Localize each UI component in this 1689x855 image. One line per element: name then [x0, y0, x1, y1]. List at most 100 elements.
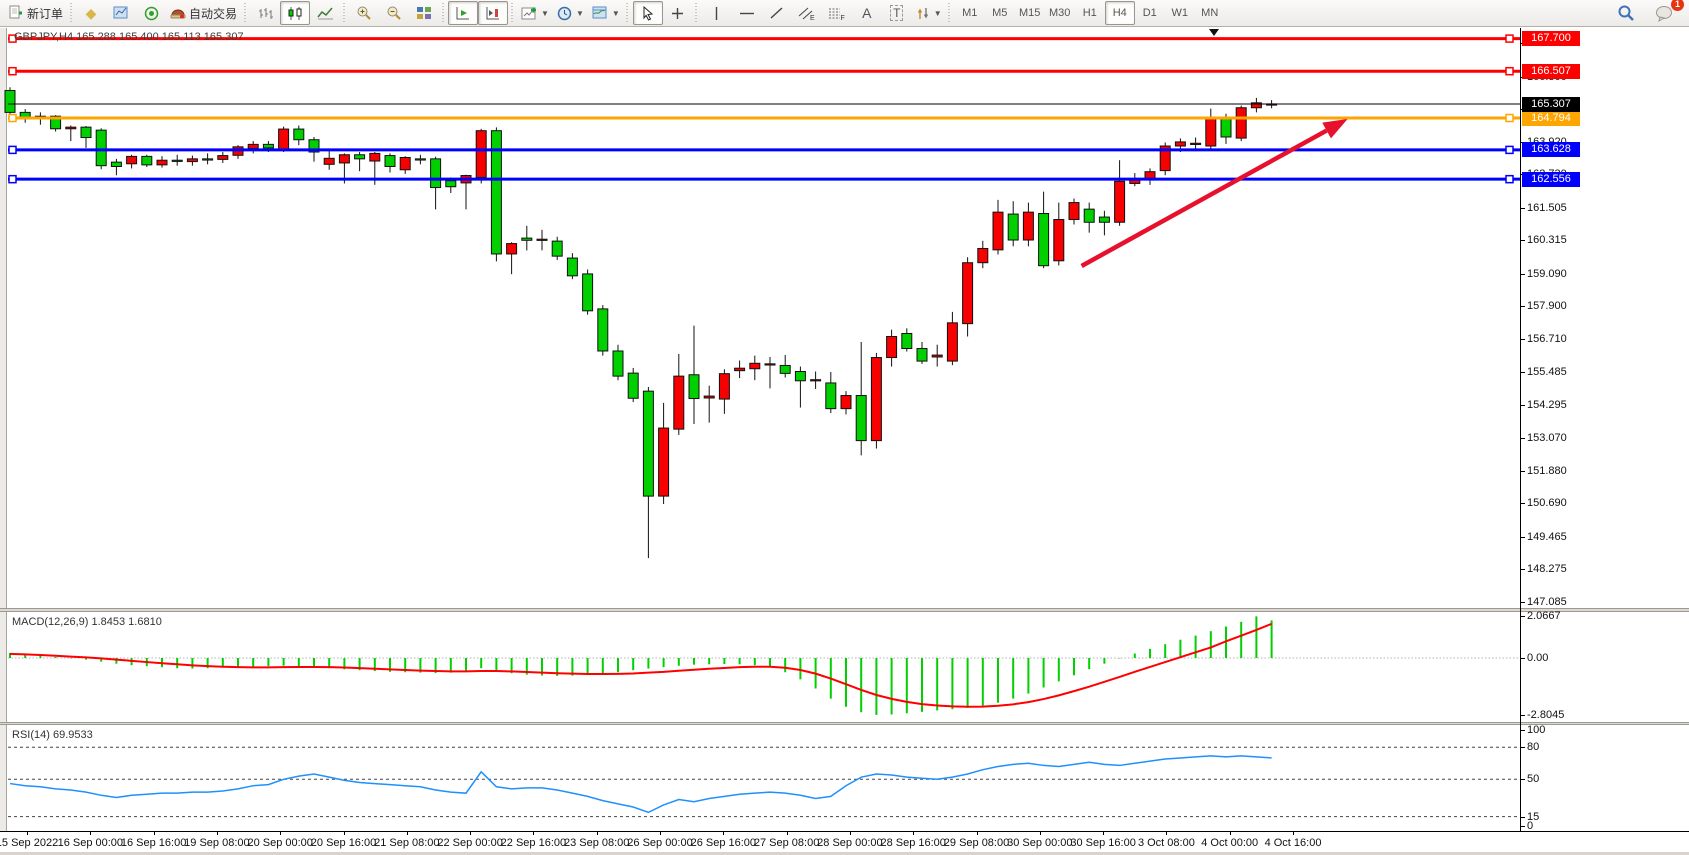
time-tick-label[interactable]: 3 Oct 08:00	[1138, 837, 1195, 849]
trendline-button[interactable]	[762, 1, 792, 25]
candle-body	[66, 127, 76, 129]
time-tick-label[interactable]: 23 Sep 08:00	[564, 837, 629, 849]
price-tick-label[interactable]: 151.880	[1527, 465, 1567, 477]
tf-h4-button-label: H4	[1113, 7, 1127, 19]
price-tick-label[interactable]: 154.295	[1527, 399, 1567, 411]
hline-button[interactable]	[732, 1, 762, 25]
indicators-button[interactable]: ▼	[517, 1, 553, 25]
time-tick-label[interactable]: 20 Sep 00:00	[247, 837, 312, 849]
trend-arrow-head[interactable]	[1322, 119, 1347, 138]
time-tick-label[interactable]: 4 Oct 00:00	[1201, 837, 1258, 849]
chevron-down-icon[interactable]: ▼	[612, 9, 620, 18]
time-tick-label[interactable]: 27 Sep 08:00	[754, 837, 819, 849]
price-tick-label[interactable]: 156.710	[1527, 333, 1567, 345]
price-tick-label[interactable]: 155.485	[1527, 366, 1567, 378]
price-tick-label[interactable]: 161.505	[1527, 202, 1567, 214]
line-handle[interactable]	[1506, 176, 1513, 183]
time-tick-mark	[344, 831, 345, 835]
price-tick-label[interactable]: 150.690	[1527, 497, 1567, 509]
chart-shift-button[interactable]	[478, 1, 508, 25]
time-tick-label[interactable]: 15 Sep 2022	[0, 837, 58, 849]
time-tick-label[interactable]: 28 Sep 00:00	[817, 837, 882, 849]
tf-h4-button[interactable]: H4	[1105, 1, 1135, 25]
chevron-down-icon[interactable]: ▼	[541, 9, 549, 18]
tile-windows-button[interactable]	[409, 1, 439, 25]
time-tick-label[interactable]: 16 Sep 16:00	[121, 837, 186, 849]
tf-d1-button[interactable]: D1	[1135, 1, 1165, 25]
price-tick-label[interactable]: 153.070	[1527, 432, 1567, 444]
time-tick-label[interactable]: 30 Sep 00:00	[1007, 837, 1072, 849]
vline-icon	[710, 6, 723, 21]
channel-button[interactable]: E	[792, 1, 822, 25]
rsi-axis-label[interactable]: 0	[1527, 820, 1533, 832]
chevron-down-icon[interactable]: ▼	[934, 9, 942, 18]
time-tick-label[interactable]: 21 Sep 08:00	[374, 837, 439, 849]
time-tick-label[interactable]: 20 Sep 16:00	[311, 837, 376, 849]
autotrade-button[interactable]: 自动交易	[166, 1, 241, 25]
tf-w1-button[interactable]: W1	[1165, 1, 1195, 25]
time-tick-label[interactable]: 26 Sep 00:00	[627, 837, 692, 849]
chevron-down-icon[interactable]: ▼	[576, 9, 584, 18]
rsi-axis-label[interactable]: 80	[1527, 741, 1539, 753]
candle-body	[1054, 220, 1064, 261]
time-tick-label[interactable]: 28 Sep 16:00	[880, 837, 945, 849]
tf-m30-button[interactable]: M30	[1045, 1, 1075, 25]
charts-window-button[interactable]	[106, 1, 136, 25]
line-handle[interactable]	[1506, 146, 1513, 153]
candlestick-button[interactable]	[280, 1, 310, 25]
time-tick-label[interactable]: 19 Sep 08:00	[184, 837, 249, 849]
time-tick-label[interactable]: 26 Sep 16:00	[691, 837, 756, 849]
price-tick-label[interactable]: 148.275	[1527, 563, 1567, 575]
auto-scroll-icon	[455, 6, 471, 21]
templates-button[interactable]: ▼	[588, 1, 624, 25]
time-tick-label[interactable]: 22 Sep 00:00	[437, 837, 502, 849]
line-handle[interactable]	[1506, 115, 1513, 122]
line-handle[interactable]	[9, 176, 16, 183]
bar-chart-button[interactable]	[250, 1, 280, 25]
time-tick-label[interactable]: 4 Oct 16:00	[1265, 837, 1322, 849]
macd-axis-label[interactable]: 2.0667	[1527, 610, 1561, 622]
time-tick-label[interactable]: 29 Sep 08:00	[944, 837, 1009, 849]
tf-m5-button[interactable]: M5	[985, 1, 1015, 25]
line-handle[interactable]	[1506, 68, 1513, 75]
price-tick-label[interactable]: 147.085	[1527, 596, 1567, 608]
price-tick-label[interactable]: 149.465	[1527, 531, 1567, 543]
time-tick-label[interactable]: 16 Sep 00:00	[58, 837, 123, 849]
line-chart-button[interactable]	[310, 1, 340, 25]
macd-axis-label[interactable]: 0.00	[1527, 652, 1548, 664]
line-handle[interactable]	[9, 115, 16, 122]
new-order-button[interactable]: 新订单	[4, 1, 67, 25]
price-tick-label[interactable]: 157.900	[1527, 300, 1567, 312]
line-handle[interactable]	[9, 68, 16, 75]
tf-m15-button[interactable]: M15	[1015, 1, 1045, 25]
zoom-out-button[interactable]	[379, 1, 409, 25]
label-button[interactable]: T	[882, 1, 912, 25]
auto-scroll-button[interactable]	[448, 1, 478, 25]
rsi-label: RSI(14) 69.9533	[12, 729, 93, 741]
rsi-axis-label[interactable]: 50	[1527, 773, 1539, 785]
line-handle[interactable]	[1506, 35, 1513, 42]
fibonacci-button[interactable]: F	[822, 1, 852, 25]
price-tick-label[interactable]: 159.090	[1527, 268, 1567, 280]
chart-shift-marker-icon[interactable]	[1209, 29, 1219, 36]
chat-button[interactable]: 1	[1649, 1, 1679, 25]
tf-h1-button[interactable]: H1	[1075, 1, 1105, 25]
text-button[interactable]: A	[852, 1, 882, 25]
price-tick-label[interactable]: 160.315	[1527, 234, 1567, 246]
vline-button[interactable]	[702, 1, 732, 25]
zoom-in-button[interactable]	[349, 1, 379, 25]
signals-button[interactable]	[136, 1, 166, 25]
time-tick-label[interactable]: 30 Sep 16:00	[1070, 837, 1135, 849]
arrows-button[interactable]: ▼	[912, 1, 946, 25]
crosshair-button[interactable]	[663, 1, 693, 25]
quotes-button[interactable]: ◆	[76, 1, 106, 25]
rsi-axis-label[interactable]: 100	[1527, 724, 1545, 736]
tf-mn-button[interactable]: MN	[1195, 1, 1225, 25]
search-button[interactable]	[1611, 1, 1641, 25]
periods-button[interactable]: ▼	[553, 1, 588, 25]
time-tick-label[interactable]: 22 Sep 16:00	[501, 837, 566, 849]
cursor-button[interactable]	[633, 1, 663, 25]
macd-axis-label[interactable]: -2.8045	[1527, 709, 1564, 721]
tf-m1-button[interactable]: M1	[955, 1, 985, 25]
line-handle[interactable]	[9, 146, 16, 153]
